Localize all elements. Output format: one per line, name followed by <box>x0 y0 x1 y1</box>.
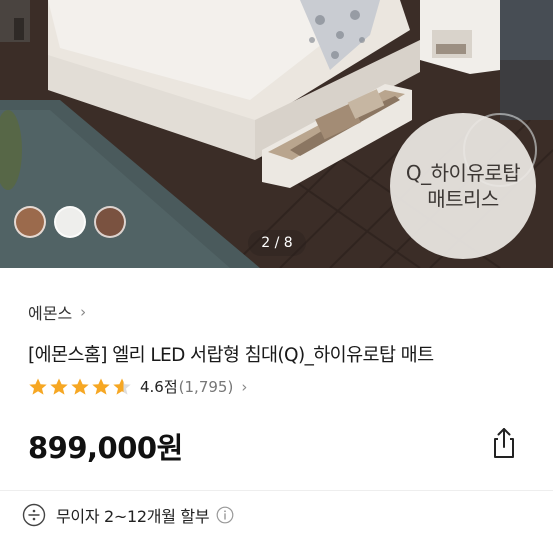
star-rating <box>28 377 132 397</box>
product-title: [에몬스홈] 엘리 LED 서랍형 침대(Q)_하이유로탑 매트 <box>28 345 434 366</box>
mattress-badge: Q_하이유로탑 매트리스 <box>390 113 536 259</box>
brand-link[interactable]: 에몬스 › <box>28 300 86 324</box>
rating-value: 4.6점 <box>140 378 178 396</box>
section-divider <box>0 490 553 491</box>
brand-name: 에몬스 <box>28 304 73 323</box>
star-icon <box>71 378 89 395</box>
installment-info[interactable]: 무이자 2~12개월 할부 <box>22 503 234 527</box>
color-swatch-walnut[interactable] <box>94 206 126 238</box>
page-indicator: 2 / 8 <box>248 230 306 256</box>
product-price: 899,000원 <box>28 431 183 465</box>
installment-text: 무이자 2~12개월 할부 <box>56 507 210 526</box>
share-icon[interactable] <box>489 426 519 460</box>
product-image-gallery[interactable]: 2 / 8 Q_하이유로탑 매트리스 <box>0 0 553 268</box>
rating-link[interactable]: 4.6점 (1,795) › <box>28 376 247 397</box>
star-icon <box>92 378 110 395</box>
badge-line-1: Q_하이유로탑 <box>405 161 521 185</box>
color-swatches <box>14 206 126 238</box>
star-icon <box>50 378 68 395</box>
badge-line-2: 매트리스 <box>427 187 499 211</box>
half-star-icon <box>113 378 131 395</box>
color-swatch-brown[interactable] <box>14 206 46 238</box>
chevron-right-icon: › <box>80 303 87 321</box>
color-swatch-white[interactable] <box>54 206 86 238</box>
info-icon[interactable] <box>216 506 234 524</box>
chevron-right-icon: › <box>241 377 248 396</box>
divide-icon <box>22 503 46 527</box>
review-count: (1,795) <box>178 377 234 396</box>
star-icon <box>29 378 47 395</box>
